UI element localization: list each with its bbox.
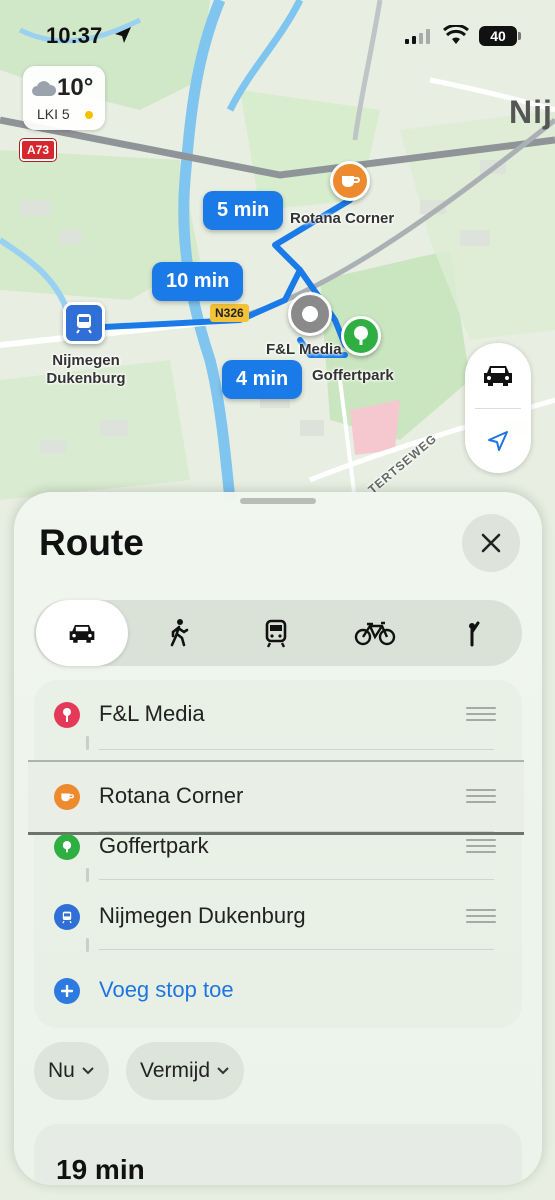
separator xyxy=(99,749,494,750)
rotana-corner-pin[interactable] xyxy=(330,161,370,201)
status-time: 10:37 xyxy=(46,23,103,48)
train-icon xyxy=(76,314,92,334)
stop-label: Nijmegen Dukenburg xyxy=(99,903,306,928)
station-label: Nijmegen Dukenburg xyxy=(36,352,136,388)
route-stops-list: F&L Media Rotana Corner Goffertpark Nijm… xyxy=(28,680,524,1028)
road-shield: N326 xyxy=(210,304,249,322)
avoid-chip[interactable]: Vermijd xyxy=(126,1042,245,1100)
drag-handle-icon[interactable] xyxy=(466,839,496,853)
tram-icon xyxy=(265,619,287,648)
route-sheet: Route F&L Media Rotana Corner Goffertpar… xyxy=(14,492,542,1185)
highway-shield: A73 xyxy=(20,139,57,161)
stop-icon-train xyxy=(54,904,80,930)
drag-handle-icon[interactable] xyxy=(466,789,496,803)
air-quality-dot xyxy=(85,111,93,119)
add-stop-button[interactable]: Voeg stop toe xyxy=(34,974,522,1014)
drag-handle-icon[interactable] xyxy=(466,909,496,923)
route-connector xyxy=(86,736,89,750)
station-label-line1: Nijmegen xyxy=(52,352,120,369)
station-pin[interactable] xyxy=(63,302,105,344)
plus-icon xyxy=(54,978,80,1004)
eta-label-10min[interactable]: 10 min xyxy=(152,262,244,301)
status-bar: 10:37 40 xyxy=(0,0,555,70)
goffertpark-label: Goffertpark xyxy=(312,367,394,384)
transport-mode-selector xyxy=(34,600,522,666)
station-label-line2: Dukenburg xyxy=(46,370,126,387)
close-icon xyxy=(481,533,501,553)
route-connector xyxy=(86,868,89,882)
mode-car[interactable] xyxy=(36,600,128,666)
tree-icon xyxy=(354,326,368,345)
bicycle-icon xyxy=(354,621,396,646)
walking-icon xyxy=(170,619,189,647)
stop-row[interactable]: F&L Media xyxy=(34,680,522,750)
pin-icon xyxy=(63,708,71,722)
sheet-title: Route xyxy=(39,522,144,563)
stop-label: Goffertpark xyxy=(99,833,209,858)
tree-icon xyxy=(62,841,72,853)
car-icon xyxy=(484,366,512,386)
transport-mode-button[interactable] xyxy=(478,355,518,395)
cup-icon xyxy=(342,176,360,187)
mode-bicycle[interactable] xyxy=(328,600,422,666)
mode-transit[interactable] xyxy=(231,600,321,666)
hailing-person-icon xyxy=(469,621,480,647)
chip-label: Vermijd xyxy=(140,1059,211,1082)
train-icon xyxy=(62,911,72,924)
stop-row[interactable]: Nijmegen Dukenburg xyxy=(34,896,522,966)
stop-label: F&L Media xyxy=(99,701,205,726)
chevron-down-icon xyxy=(217,1067,229,1075)
chevron-down-icon xyxy=(82,1067,94,1075)
goffertpark-pin[interactable] xyxy=(341,316,381,356)
cloud-icon xyxy=(32,81,57,96)
battery-indicator: 40 xyxy=(479,26,521,46)
separator xyxy=(99,879,494,880)
stop-icon-cup xyxy=(54,784,80,810)
close-button[interactable] xyxy=(462,514,520,572)
separator xyxy=(99,949,494,950)
route-connector xyxy=(86,938,89,952)
stop-row-dragging[interactable]: Rotana Corner xyxy=(28,762,524,832)
current-location-button[interactable] xyxy=(478,421,518,461)
fl-media-pin[interactable] xyxy=(288,292,332,336)
stop-row[interactable]: Goffertpark xyxy=(34,824,522,894)
wifi-icon xyxy=(443,25,469,44)
route-result-card[interactable]: 19 min xyxy=(34,1124,522,1185)
mode-rideshare[interactable] xyxy=(428,600,518,666)
drag-handle-icon[interactable] xyxy=(466,707,496,721)
route-duration: 19 min xyxy=(56,1154,145,1185)
fl-media-label: F&L Media xyxy=(266,341,342,358)
stop-icon-tree xyxy=(54,834,80,860)
cup-icon xyxy=(61,793,74,802)
rotana-corner-label: Rotana Corner xyxy=(290,210,395,227)
pin-center-icon xyxy=(302,306,318,322)
air-quality-index: LKI 5 xyxy=(37,106,70,122)
location-arrow-icon xyxy=(488,431,508,451)
car-icon xyxy=(69,625,95,643)
cellular-signal-icon xyxy=(405,28,430,44)
eta-label-4min[interactable]: 4 min xyxy=(222,360,303,399)
departure-time-chip[interactable]: Nu xyxy=(34,1042,109,1100)
weather-widget[interactable]: 10° LKI 5 xyxy=(23,66,105,130)
city-label: Nij xyxy=(509,94,553,130)
stop-icon-pin xyxy=(54,702,80,728)
add-stop-label: Voeg stop toe xyxy=(99,977,234,1002)
map-controls xyxy=(465,343,531,473)
stop-label: Rotana Corner xyxy=(99,783,244,808)
mode-walk[interactable] xyxy=(134,600,224,666)
controls-divider xyxy=(475,408,521,409)
chip-label: Nu xyxy=(48,1059,75,1082)
sheet-grabber[interactable] xyxy=(240,498,316,504)
location-services-icon xyxy=(115,27,131,43)
eta-label-5min[interactable]: 5 min xyxy=(203,191,284,230)
temperature: 10° xyxy=(57,74,94,101)
